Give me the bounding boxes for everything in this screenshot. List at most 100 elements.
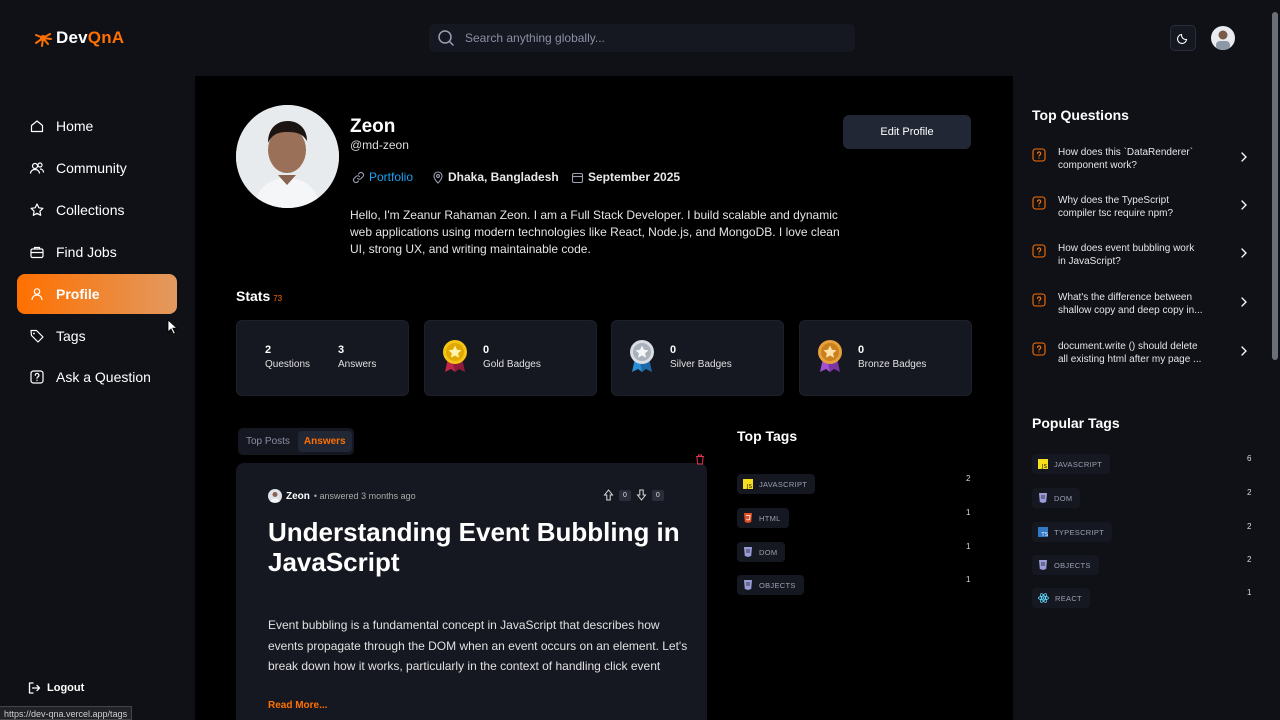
user-avatar[interactable] (1211, 26, 1235, 50)
silver-badges-label: Silver Badges (670, 359, 732, 370)
gold-medal-icon (443, 340, 467, 372)
top-question-item[interactable]: How does event bubbling work in JavaScrip… (1032, 242, 1252, 272)
javascript-icon: JS (743, 479, 753, 489)
left-sidebar: Home Community Collections Find Jobs Pro… (0, 76, 195, 720)
tab-answers[interactable]: Answers (297, 431, 352, 452)
read-more-link[interactable]: Read More... (268, 700, 327, 711)
sidebar-item-profile[interactable]: Profile (17, 274, 177, 314)
trash-icon[interactable] (695, 454, 705, 465)
popular-tag-javascript[interactable]: JS JAVASCRIPT (1032, 454, 1111, 474)
star-icon (29, 202, 45, 218)
top-tags-heading: Top Tags (737, 428, 798, 444)
sidebar-item-label: Collections (56, 202, 125, 218)
answer-card[interactable]: Zeon • answered 3 months ago 0 0 Underst… (236, 463, 707, 720)
logout-label: Logout (47, 682, 85, 694)
dom-icon (1039, 493, 1047, 503)
top-question-text: How does event bubbling work in JavaScrip… (1058, 243, 1195, 267)
chevron-right-icon (1241, 297, 1247, 307)
browser-status-url: https://dev-qna.vercel.app/tags (0, 706, 133, 720)
question-icon (1032, 244, 1046, 258)
top-question-item[interactable]: How does this `DataRenderer` component wo… (1032, 146, 1252, 176)
right-sidebar: Top Questions How does this `DataRendere… (1013, 76, 1271, 720)
calendar-icon (571, 172, 584, 183)
portfolio-link[interactable]: Portfolio (352, 170, 413, 184)
top-question-text: How does this `DataRenderer` component wo… (1058, 147, 1194, 171)
popular-tag-typescript[interactable]: TS TYPESCRIPT (1032, 522, 1113, 542)
popular-tag-react[interactable]: REACT (1032, 588, 1090, 608)
svg-text:JS: JS (746, 484, 752, 489)
search-icon (438, 30, 454, 46)
tag-label: REACT (1055, 593, 1082, 603)
top-question-item[interactable]: What's the difference between shallow cop… (1032, 291, 1252, 321)
logout-button[interactable]: Logout (27, 681, 84, 695)
theme-toggle-button[interactable] (1170, 25, 1196, 51)
question-icon (1032, 148, 1046, 162)
sidebar-item-home[interactable]: Home (17, 106, 177, 146)
top-tag-count: 1 (966, 508, 971, 517)
edit-profile-button[interactable]: Edit Profile (843, 115, 971, 149)
answers-count: 3 (338, 344, 345, 356)
joined-text: September 2025 (588, 170, 681, 184)
sidebar-item-label: Community (56, 160, 127, 176)
tab-top-posts[interactable]: Top Posts (240, 431, 296, 452)
top-question-item[interactable]: Why does the TypeScript compiler tsc requ… (1032, 194, 1252, 224)
sidebar-item-label: Profile (56, 286, 100, 302)
portfolio-label: Portfolio (369, 170, 414, 184)
tag-label: JAVASCRIPT (1054, 459, 1103, 469)
top-tag-html[interactable]: HTML (737, 508, 789, 528)
search-input[interactable] (465, 31, 825, 45)
profile-photo (236, 105, 339, 208)
questions-count: 2 (265, 344, 272, 356)
profile-tabs: Top Posts Answers (238, 428, 354, 455)
tag-label: HTML (759, 513, 781, 523)
tag-label: OBJECTS (759, 580, 796, 590)
top-navbar: DevQnA (0, 0, 1280, 76)
home-icon (29, 118, 45, 134)
top-question-item[interactable]: document.write () should delete all exist… (1032, 340, 1252, 370)
top-tag-dom[interactable]: DOM (737, 542, 786, 562)
popular-tag-count: 6 (1247, 454, 1252, 463)
gold-badges-count: 0 (483, 344, 490, 356)
answer-title[interactable]: Understanding Event Bubbling in JavaScri… (268, 517, 688, 577)
chevron-right-icon (1241, 152, 1247, 162)
popular-tag-dom[interactable]: DOM (1032, 488, 1081, 508)
tag-label: DOM (759, 547, 778, 557)
answer-author[interactable]: Zeon • answered 3 months ago (268, 489, 416, 503)
stat-card-qa: 2 Questions 3 Answers (236, 320, 409, 396)
question-icon (1032, 342, 1046, 356)
author-name: Zeon (286, 490, 310, 502)
location-text: Dhaka, Bangladesh (448, 170, 559, 184)
top-tag-javascript[interactable]: JS JAVASCRIPT (737, 474, 816, 494)
sidebar-item-collections[interactable]: Collections (17, 190, 177, 230)
users-icon (29, 160, 45, 176)
downvote-icon[interactable] (636, 489, 647, 501)
sidebar-item-tags[interactable]: Tags (17, 316, 177, 356)
logo[interactable]: DevQnA (34, 28, 124, 48)
profile-username: @md-zeon (350, 138, 409, 152)
svg-text:JS: JS (1041, 464, 1047, 469)
sidebar-item-community[interactable]: Community (17, 148, 177, 188)
chevron-right-icon (1241, 248, 1247, 258)
global-search[interactable] (429, 24, 855, 52)
tag-label: JAVASCRIPT (759, 479, 808, 489)
answer-body: Event bubbling is a fundamental concept … (268, 618, 688, 673)
sidebar-item-label: Home (56, 118, 94, 134)
top-tag-objects[interactable]: OBJECTS (737, 575, 804, 595)
tag-label: TYPESCRIPT (1054, 527, 1105, 537)
upvote-icon[interactable] (603, 489, 614, 501)
tag-label: DOM (1054, 493, 1073, 503)
sidebar-item-label: Ask a Question (56, 369, 151, 385)
downvote-count: 0 (651, 489, 664, 501)
objects-icon (744, 580, 752, 590)
vote-controls: 0 0 (603, 489, 664, 501)
top-question-text: What's the difference between shallow cop… (1058, 292, 1203, 316)
answers-label: Answers (338, 359, 377, 370)
top-tag-count: 1 (966, 575, 971, 584)
page-scrollbar[interactable] (1271, 0, 1280, 720)
user-icon (29, 286, 45, 302)
sidebar-item-ask-question[interactable]: Ask a Question (17, 357, 177, 397)
bronze-badges-label: Bronze Badges (858, 359, 927, 370)
logo-text: DevQnA (56, 28, 125, 47)
popular-tag-objects[interactable]: OBJECTS (1032, 555, 1099, 575)
sidebar-item-find-jobs[interactable]: Find Jobs (17, 232, 177, 272)
